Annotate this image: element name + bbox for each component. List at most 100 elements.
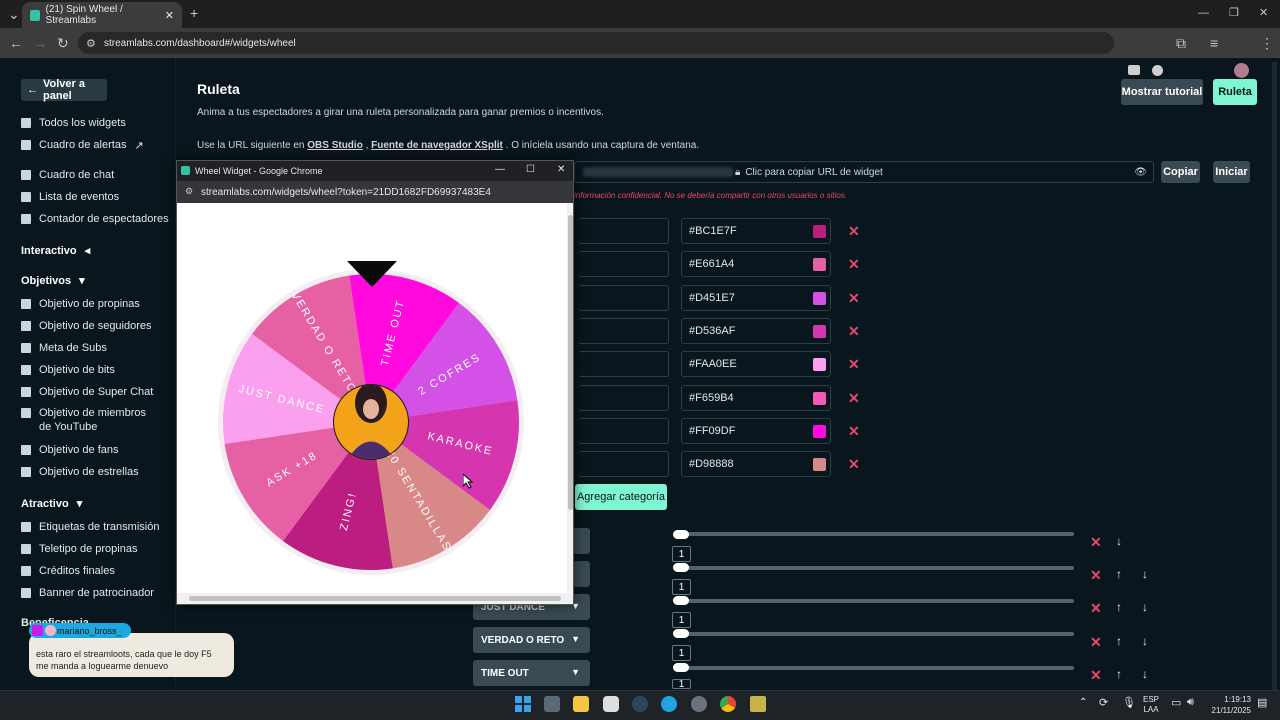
eye-icon[interactable]: 👁︎: [1134, 167, 1147, 178]
sidebar-item-event-list[interactable]: Lista de eventos: [21, 188, 119, 206]
sidebar-item-chat-box[interactable]: Cuadro de chat: [21, 166, 114, 184]
color-input[interactable]: #F659B4: [681, 385, 831, 411]
sidebar-item-tip-goal[interactable]: Objetivo de propinas: [21, 295, 140, 313]
clock[interactable]: 1:19:13 21/11/2025: [1207, 694, 1251, 716]
sidebar-item-sub-goal[interactable]: Meta de Subs: [21, 339, 107, 357]
close-window-icon[interactable]: ✕: [557, 164, 565, 175]
reload-icon[interactable]: ↻: [57, 36, 69, 50]
category-name-input[interactable]: [578, 385, 669, 411]
tray-chevron-up-icon[interactable]: ⌃: [1079, 697, 1087, 708]
category-name-input[interactable]: [578, 251, 669, 277]
scrollbar-thumb[interactable]: [189, 596, 561, 601]
color-input[interactable]: #FF09DF: [681, 418, 831, 444]
delete-row-icon[interactable]: ✕: [1090, 534, 1102, 551]
extension-icon[interactable]: [1152, 65, 1163, 76]
widget-url-field[interactable]: 🔒︎ Clic para copiar URL de widget 👁︎: [574, 161, 1154, 183]
back-to-panel-button[interactable]: ← Volver a panel: [21, 78, 107, 102]
sidebar-item-alert-box[interactable]: Cuadro de alertas ↗: [21, 136, 144, 154]
section-atractivo[interactable]: Atractivo ▾: [21, 497, 82, 511]
color-input[interactable]: #D451E7: [681, 285, 831, 311]
delete-category-icon[interactable]: ✕: [848, 256, 860, 273]
color-swatch[interactable]: [813, 392, 826, 405]
popup-address-bar[interactable]: ⚙ streamlabs.com/widgets/wheel?token=21D…: [177, 181, 573, 203]
section-objetivos[interactable]: Objetivos ▾: [21, 274, 85, 288]
language-indicator[interactable]: ESP LAA: [1143, 695, 1159, 715]
weight-dropdown[interactable]: TIME OUT ▼: [473, 660, 590, 686]
sidebar-item-stream-labels[interactable]: Etiquetas de transmisión: [21, 518, 159, 536]
color-input[interactable]: #D98888: [681, 451, 831, 477]
color-input[interactable]: #D536AF: [681, 318, 831, 344]
delete-category-icon[interactable]: ✕: [848, 323, 860, 340]
media-control-icon[interactable]: ≡: [1210, 36, 1218, 50]
popup-vertical-scrollbar[interactable]: [567, 203, 573, 593]
menu-kebab-icon[interactable]: ⋮: [1260, 36, 1274, 50]
delete-category-icon[interactable]: ✕: [848, 223, 860, 240]
capcut-icon[interactable]: [603, 696, 619, 712]
sidebar-item-star-goal[interactable]: Objetivo de estrellas: [21, 463, 139, 481]
minimize-icon[interactable]: —: [495, 164, 505, 175]
color-swatch[interactable]: [813, 358, 826, 371]
move-up-icon[interactable]: ↑: [1116, 634, 1122, 648]
category-name-input[interactable]: [578, 451, 669, 477]
steam-icon[interactable]: [632, 696, 648, 712]
weight-slider-track[interactable]: [677, 632, 1074, 636]
weight-slider-handle[interactable]: [673, 596, 689, 605]
weight-slider-handle[interactable]: [673, 563, 689, 572]
color-swatch[interactable]: [813, 225, 826, 238]
page-scrollbar[interactable]: [1272, 62, 1277, 690]
weight-slider-handle[interactable]: [673, 663, 689, 672]
weight-dropdown[interactable]: [573, 528, 590, 554]
sidebar-item-viewer-count[interactable]: Contador de espectadores: [21, 210, 169, 228]
delete-row-icon[interactable]: ✕: [1090, 600, 1102, 617]
delete-category-icon[interactable]: ✕: [848, 290, 860, 307]
show-tutorial-button[interactable]: Mostrar tutorial: [1121, 79, 1203, 105]
edge-icon[interactable]: [661, 696, 677, 712]
sidebar-item-all-widgets[interactable]: Todos los widgets: [21, 114, 126, 132]
sidebar-item-credits[interactable]: Créditos finales: [21, 562, 115, 580]
forward-icon[interactable]: →: [33, 36, 47, 50]
close-tab-icon[interactable]: ✕: [165, 9, 174, 22]
network-icon[interactable]: ▭: [1171, 696, 1181, 709]
weight-slider-track[interactable]: [677, 599, 1074, 603]
move-up-icon[interactable]: ↑: [1116, 667, 1122, 681]
copy-button[interactable]: Copiar: [1161, 161, 1200, 183]
weight-slider-track[interactable]: [677, 566, 1074, 570]
color-swatch[interactable]: [813, 458, 826, 471]
weight-slider-handle[interactable]: [673, 629, 689, 638]
minimize-icon[interactable]: —: [1198, 6, 1209, 20]
weight-dropdown[interactable]: VERDAD O RETO ▼: [473, 627, 590, 653]
color-swatch[interactable]: [813, 325, 826, 338]
color-input[interactable]: #FAA0EE: [681, 351, 831, 377]
maximize-icon[interactable]: ☐: [526, 164, 535, 175]
color-swatch[interactable]: [813, 258, 826, 271]
scrollbar-thumb[interactable]: [568, 215, 573, 510]
new-tab-icon[interactable]: +: [190, 6, 198, 20]
app-icon[interactable]: [691, 696, 707, 712]
site-info-icon[interactable]: ⚙: [185, 186, 193, 197]
delete-row-icon[interactable]: ✕: [1090, 567, 1102, 584]
file-explorer-icon[interactable]: [573, 696, 589, 712]
close-window-icon[interactable]: ✕: [1259, 6, 1268, 20]
delete-category-icon[interactable]: ✕: [848, 356, 860, 373]
move-down-icon[interactable]: ↓: [1116, 534, 1122, 548]
category-name-input[interactable]: [578, 351, 669, 377]
move-down-icon[interactable]: ↓: [1142, 567, 1148, 581]
start-button[interactable]: Iniciar: [1213, 161, 1250, 183]
sidebar-item-fan-goal[interactable]: Objetivo de fans: [21, 441, 119, 459]
windows-start-icon[interactable]: [515, 696, 531, 712]
browser-tab[interactable]: (21) Spin Wheel / Streamlabs ✕: [22, 2, 182, 28]
address-bar[interactable]: ⚙ streamlabs.com/dashboard#/widgets/whee…: [78, 32, 1114, 54]
color-input[interactable]: #E661A4: [681, 251, 831, 277]
extension-icon[interactable]: [1128, 65, 1140, 75]
extensions-puzzle-icon[interactable]: ⧉: [1176, 36, 1186, 50]
delete-category-icon[interactable]: ✕: [848, 456, 860, 473]
sidebar-item-follower-goal[interactable]: Objetivo de seguidores: [21, 317, 152, 335]
sidebar-item-youtube-members-goal[interactable]: Objetivo de miembros de YouTube: [21, 406, 151, 436]
sidebar-item-bits-goal[interactable]: Objetivo de bits: [21, 361, 115, 379]
profile-avatar[interactable]: [1234, 63, 1249, 78]
color-swatch[interactable]: [813, 425, 826, 438]
microphone-icon[interactable]: 🎙︎: [1122, 696, 1136, 709]
delete-category-icon[interactable]: ✕: [848, 423, 860, 440]
ruleta-button[interactable]: Ruleta: [1213, 79, 1257, 105]
chrome-icon[interactable]: [720, 696, 736, 712]
